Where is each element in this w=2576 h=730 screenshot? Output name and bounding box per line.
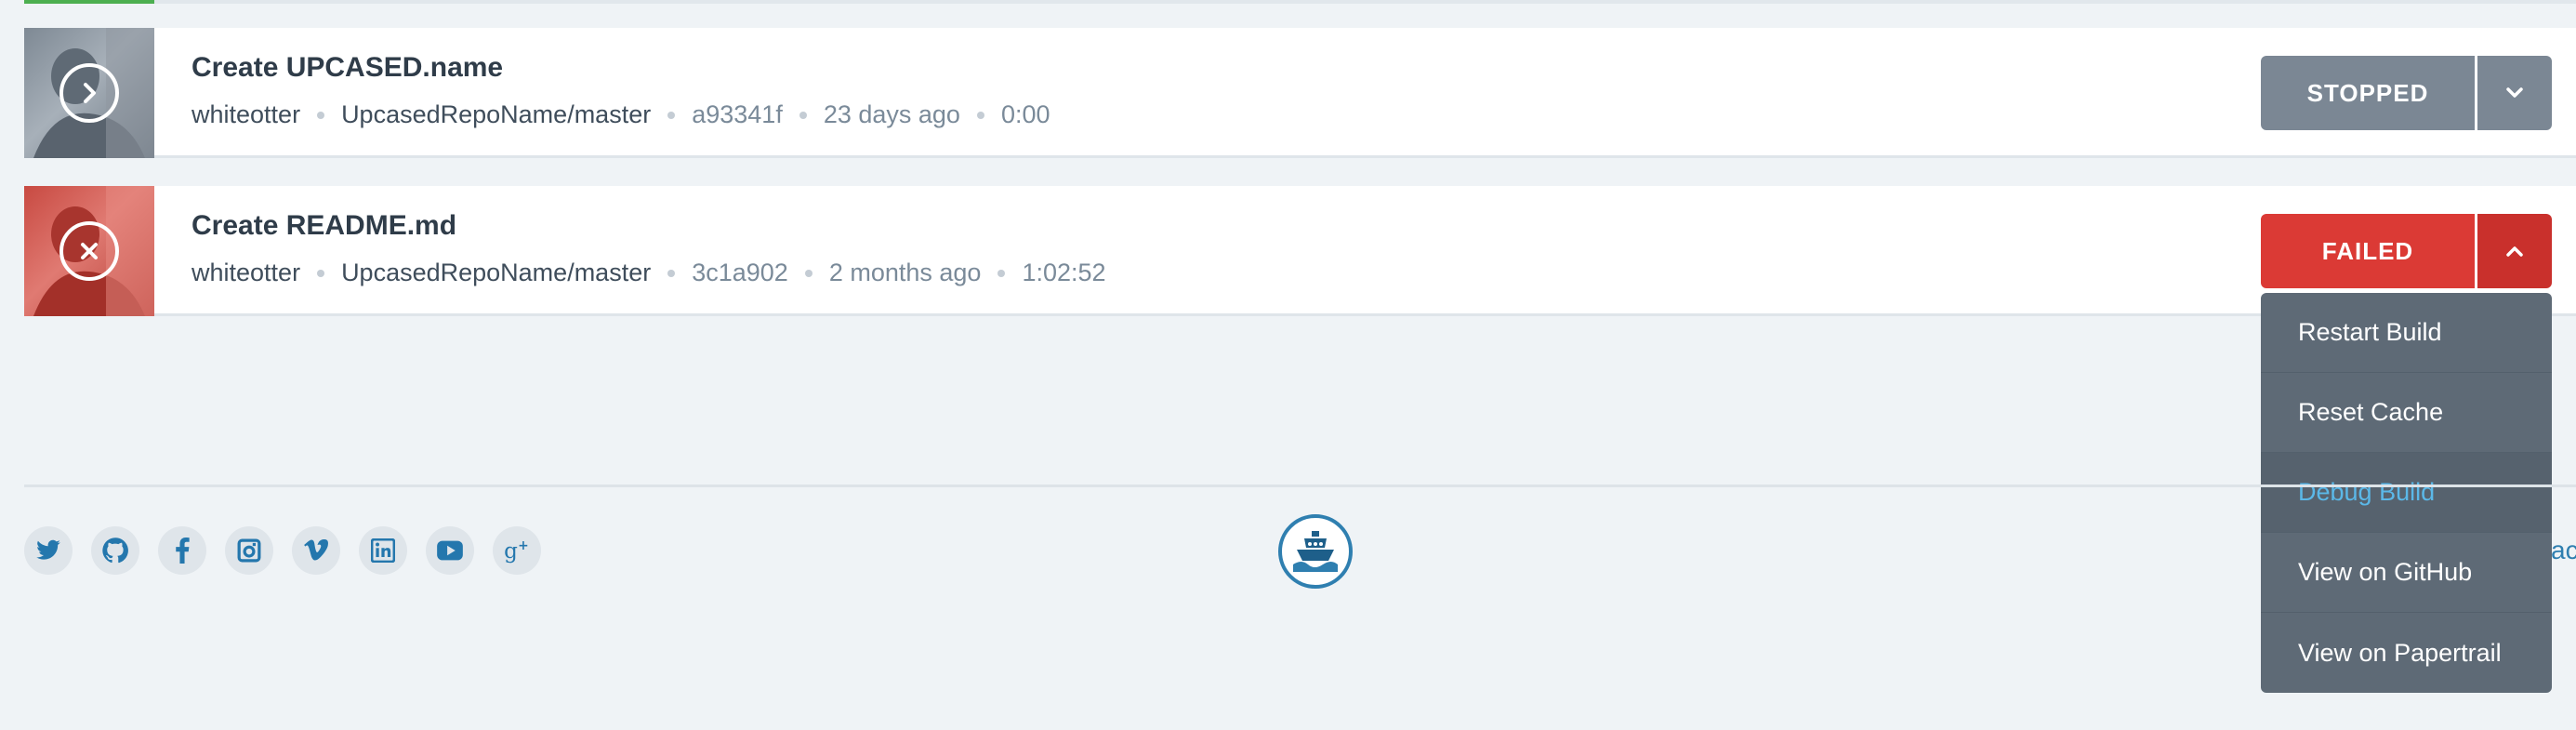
build-user[interactable]: whiteotter xyxy=(192,259,300,287)
social-links: g + xyxy=(24,526,560,575)
status-button[interactable]: FAILED xyxy=(2261,214,2475,288)
build-row[interactable]: Create UPCASED.name whiteotter UpcasedRe… xyxy=(24,28,2576,158)
status-dropdown-toggle[interactable] xyxy=(2477,214,2552,288)
avatar xyxy=(24,28,154,158)
separator-dot xyxy=(997,269,1006,277)
github-icon[interactable] xyxy=(91,526,139,575)
build-commit[interactable]: 3c1a902 xyxy=(692,259,788,287)
status-dropdown-toggle[interactable] xyxy=(2477,56,2552,130)
footer-link[interactable]: ac xyxy=(2551,536,2576,565)
chevron-up-icon xyxy=(2506,246,2523,257)
menu-item-restart-build[interactable]: Restart Build xyxy=(2261,293,2552,373)
stopped-status-icon xyxy=(59,63,119,123)
instagram-icon[interactable] xyxy=(225,526,273,575)
separator-dot xyxy=(667,269,676,277)
build-title[interactable]: Create README.md xyxy=(192,210,456,242)
status-button-group: FAILED xyxy=(2261,214,2552,288)
vimeo-icon[interactable] xyxy=(292,526,340,575)
build-row[interactable]: Create README.md whiteotter UpcasedRepoN… xyxy=(24,186,2576,316)
separator-dot xyxy=(976,111,984,119)
status-button-group: STOPPED xyxy=(2261,56,2552,130)
menu-item-view-on-github[interactable]: View on GitHub xyxy=(2261,533,2552,613)
youtube-icon[interactable] xyxy=(426,526,474,575)
build-user[interactable]: whiteotter xyxy=(192,100,300,129)
separator-dot xyxy=(799,111,807,119)
build-repo-branch[interactable]: UpcasedRepoName/master xyxy=(341,259,651,287)
avatar xyxy=(24,186,154,316)
build-time-ago: 23 days ago xyxy=(823,100,960,128)
page: Create UPCASED.name whiteotter UpcasedRe… xyxy=(0,0,2576,730)
previous-build-row-edge xyxy=(24,0,2576,4)
svg-text:g: g xyxy=(504,539,518,564)
separator-dot xyxy=(317,111,325,119)
build-commit[interactable]: a93341f xyxy=(692,100,783,129)
failed-status-icon xyxy=(59,221,119,281)
separator-dot xyxy=(667,111,676,119)
footer-divider xyxy=(24,484,2576,487)
build-duration: 0:00 xyxy=(1000,100,1050,128)
linkedin-icon[interactable] xyxy=(359,526,407,575)
build-time-ago: 2 months ago xyxy=(828,259,982,286)
separator-dot xyxy=(317,269,325,277)
previous-build-status-strip xyxy=(24,0,154,4)
build-repo-branch[interactable]: UpcasedRepoName/master xyxy=(341,100,651,129)
status-button[interactable]: STOPPED xyxy=(2261,56,2475,130)
build-meta: whiteotter UpcasedRepoName/master a93341… xyxy=(192,100,1050,129)
build-title[interactable]: Create UPCASED.name xyxy=(192,52,503,84)
svg-text:+: + xyxy=(518,538,529,553)
menu-item-view-on-papertrail[interactable]: View on Papertrail xyxy=(2261,613,2552,693)
ship-icon[interactable] xyxy=(1278,514,1353,589)
chevron-down-icon xyxy=(2506,87,2523,98)
menu-item-reset-cache[interactable]: Reset Cache xyxy=(2261,373,2552,453)
twitter-icon[interactable] xyxy=(24,526,73,575)
build-meta: whiteotter UpcasedRepoName/master 3c1a90… xyxy=(192,259,1106,287)
separator-dot xyxy=(804,269,812,277)
build-actions-menu: Restart Build Reset Cache Debug Build Vi… xyxy=(2261,293,2552,693)
menu-item-debug-build[interactable]: Debug Build xyxy=(2261,453,2552,533)
facebook-icon[interactable] xyxy=(158,526,206,575)
build-duration: 1:02:52 xyxy=(1022,259,1106,286)
google-plus-icon[interactable]: g + xyxy=(493,526,541,575)
